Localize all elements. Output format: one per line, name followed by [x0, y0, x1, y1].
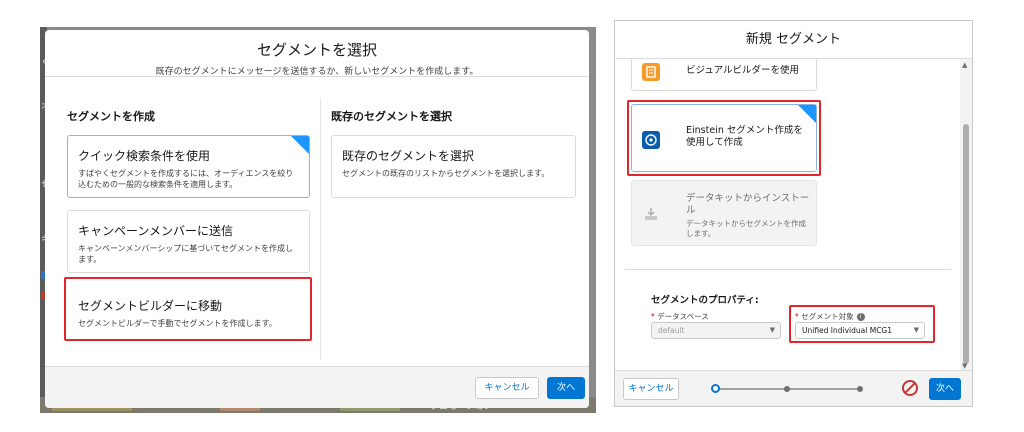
scrollbar-thumb[interactable]	[963, 124, 969, 364]
next-button[interactable]: 次へ	[929, 378, 961, 400]
card-description: セグメントの既存のリストからセグメントを選択します。	[342, 169, 550, 178]
progress-step	[857, 386, 863, 392]
left-screenshot: く オ セ キ プロモーション セグメントを選択 既存のセグメントにメッセージを…	[40, 27, 596, 413]
selected-corner-marker	[291, 136, 309, 154]
modal-footer: キャンセル 次へ	[615, 370, 972, 406]
highlight-outline	[789, 305, 935, 343]
scrollbar[interactable]: ▲ ▼	[960, 59, 972, 372]
builder-icon	[642, 63, 660, 81]
existing-segment-heading: 既存のセグメントを選択	[331, 110, 452, 123]
progress-step	[784, 386, 790, 392]
cancel-button[interactable]: キャンセル	[623, 378, 679, 400]
modal-title: セグメントを選択	[256, 41, 377, 59]
quick-filter-card[interactable]: クイック検索条件を使用 すばやくセグメントを作成するには、オーディエンスを絞り込…	[67, 135, 310, 198]
card-title: データキットからインストール	[686, 193, 810, 217]
dataspace-value: default	[658, 326, 685, 335]
card-title: 既存のセグメントを選択	[342, 149, 475, 163]
card-description: すばやくセグメントを作成するには、オーディエンスを絞り込むための一般的な検索条件…	[78, 169, 294, 189]
cancel-button[interactable]: キャンセル	[475, 377, 539, 399]
not-allowed-icon	[902, 380, 918, 396]
next-button[interactable]: 次へ	[547, 377, 585, 399]
card-title: クイック検索条件を使用	[78, 149, 211, 163]
campaign-member-card[interactable]: キャンペーンメンバーに送信 キャンペーンメンバーシップに基づいてセグメントを作成…	[67, 210, 310, 273]
card-description: データキットからセグメントを作成します。	[686, 219, 806, 239]
highlight-outline	[64, 277, 312, 341]
modal-title: 新規 セグメント	[615, 21, 972, 59]
select-segment-modal: セグメントを選択 既存のセグメントにメッセージを送信するか、新しいセグメントを作…	[45, 30, 589, 408]
existing-segment-card[interactable]: 既存のセグメントを選択 セグメントの既存のリストからセグメントを選択します。	[331, 135, 576, 198]
segment-properties-heading: セグメントのプロパティ:	[651, 295, 759, 306]
progress-step-current	[711, 384, 720, 393]
section-divider	[625, 269, 951, 270]
dataspace-select: default ▼	[651, 322, 781, 339]
existing-segment-column: 既存のセグメントを選択 既存のセグメントを選択 セグメントの既存のリストからセグ…	[331, 108, 576, 210]
chevron-down-icon: ▼	[769, 326, 775, 334]
create-segment-heading: セグメントを作成	[67, 110, 155, 123]
highlight-outline	[627, 100, 821, 176]
datakit-install-card: データキットからインストール データキットからセグメントを作成します。	[631, 180, 817, 246]
visual-builder-card[interactable]: ビジュアルビルダーを使用	[631, 59, 817, 91]
download-icon	[642, 205, 660, 223]
card-description: キャンペーンメンバーシップに基づいてセグメントを作成します。	[78, 244, 293, 264]
modal-header: セグメントを選択 既存のセグメントにメッセージを送信するか、新しいセグメントを作…	[45, 30, 589, 77]
dataspace-label: * データスペース	[651, 312, 709, 321]
modal-body: ビジュアルビルダーを使用 Einstein セグメント作成を使用して作成 データ…	[615, 59, 961, 372]
scroll-down-icon[interactable]: ▼	[962, 362, 967, 370]
card-title: ビジュアルビルダーを使用	[686, 65, 800, 76]
modal-subtitle: 既存のセグメントにメッセージを送信するか、新しいセグメントを作成します。	[155, 67, 479, 77]
column-divider	[320, 98, 321, 360]
modal-footer: キャンセル 次へ	[45, 366, 589, 408]
card-title: キャンペーンメンバーに送信	[78, 224, 234, 238]
new-segment-modal: 新規 セグメント ビジュアルビルダーを使用 Einstein セグメント作成を使…	[614, 20, 973, 407]
scroll-up-icon[interactable]: ▲	[962, 61, 967, 69]
